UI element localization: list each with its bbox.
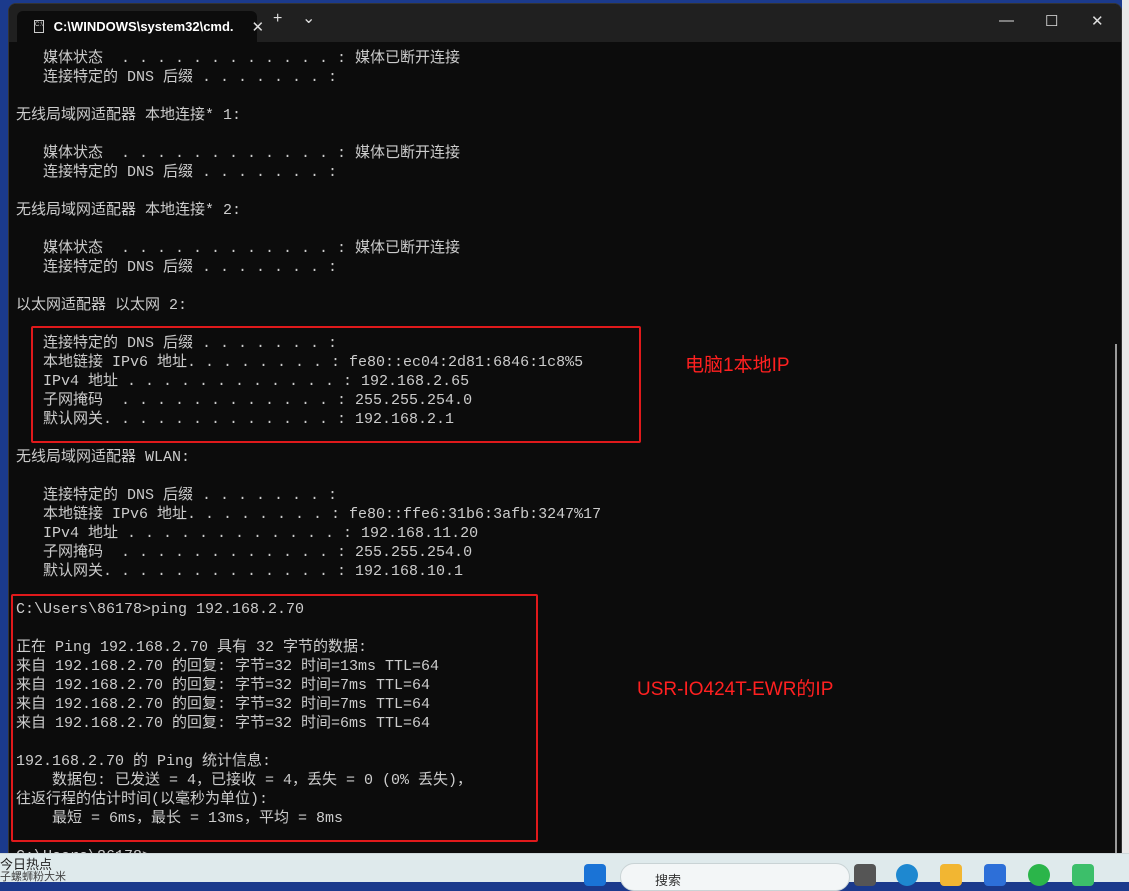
console-line: 无线局域网适配器 本地连接* 1:	[16, 107, 242, 124]
title-bar: C:\ C:\WINDOWS\system32\cmd. ✕ + ⌄ — ☐ ✕	[9, 4, 1121, 42]
console-line: 媒体状态 . . . . . . . . . . . . : 媒体已断开连接	[16, 50, 461, 67]
console-line: 以太网适配器 以太网 2:	[16, 297, 188, 314]
close-button[interactable]: ✕	[1091, 12, 1104, 30]
tab-cmd[interactable]: C:\ C:\WINDOWS\system32\cmd. ✕	[17, 11, 264, 42]
console-line: 连接特定的 DNS 后缀 . . . . . . . :	[16, 164, 338, 181]
annotation-device-ip: USR-IO424T-EWR的IP	[637, 679, 834, 700]
wechat-icon[interactable]	[1028, 864, 1050, 886]
app-icon-2[interactable]	[1072, 864, 1094, 886]
tab-title: C:\WINDOWS\system32\cmd.	[53, 19, 234, 34]
news-subtitle: 子螺蛳粉大米	[0, 871, 66, 883]
console-line: 连接特定的 DNS 后缀 . . . . . . . :	[16, 259, 338, 276]
file-explorer-icon[interactable]	[940, 864, 962, 886]
taskbar-search[interactable]: 搜索	[620, 863, 850, 891]
new-tab-button[interactable]: +	[273, 10, 282, 28]
annotation-pc-ip: 电脑1本地IP	[685, 355, 790, 376]
console-line: 默认网关. . . . . . . . . . . . . : 192.168.…	[16, 563, 464, 580]
cmd-icon: C:\	[34, 20, 44, 33]
console-line: 连接特定的 DNS 后缀 . . . . . . . :	[16, 69, 338, 86]
background-window-edge	[1122, 0, 1129, 855]
console-line: 媒体状态 . . . . . . . . . . . . : 媒体已断开连接	[16, 145, 461, 162]
news-widget[interactable]: 今日热点 子螺蛳粉大米	[0, 857, 66, 883]
taskbar: 今日热点 子螺蛳粉大米 搜索	[0, 853, 1129, 891]
minimize-button[interactable]: —	[999, 12, 1014, 29]
tab-close-icon[interactable]: ✕	[252, 18, 265, 36]
cmd-window: C:\ C:\WINDOWS\system32\cmd. ✕ + ⌄ — ☐ ✕…	[8, 3, 1122, 863]
search-placeholder: 搜索	[655, 873, 682, 888]
highlight-box-ping	[11, 594, 538, 842]
edge-icon[interactable]	[896, 864, 918, 886]
console-line: 子网掩码 . . . . . . . . . . . . : 255.255.2…	[16, 544, 473, 561]
console-line: 媒体状态 . . . . . . . . . . . . : 媒体已断开连接	[16, 240, 461, 257]
console-line: IPv4 地址 . . . . . . . . . . . . : 192.16…	[16, 525, 479, 542]
news-title: 今日热点	[0, 857, 53, 872]
console-line: 无线局域网适配器 WLAN:	[16, 449, 191, 466]
tab-dropdown-button[interactable]: ⌄	[302, 8, 315, 28]
maximize-button[interactable]: ☐	[1045, 12, 1058, 30]
task-view-icon[interactable]	[854, 864, 876, 886]
console-line: 本地链接 IPv6 地址. . . . . . . . : fe80::ffe6…	[16, 506, 602, 523]
console-line: 连接特定的 DNS 后缀 . . . . . . . :	[16, 487, 338, 504]
windows-start-icon[interactable]	[584, 864, 606, 886]
scrollbar[interactable]	[1115, 344, 1117, 859]
highlight-box-pc-ip	[31, 326, 641, 443]
console-line: 无线局域网适配器 本地连接* 2:	[16, 202, 242, 219]
app-icon[interactable]	[984, 864, 1006, 886]
